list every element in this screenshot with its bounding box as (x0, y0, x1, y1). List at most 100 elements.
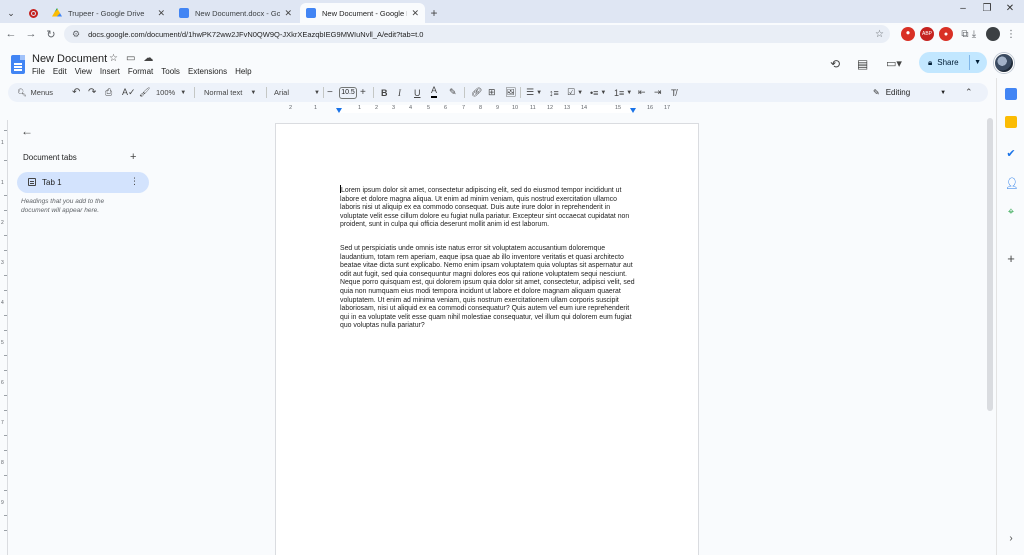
back-arrow-icon[interactable]: ← (21, 124, 33, 138)
adblock-extension-icon[interactable]: ABP (920, 27, 934, 41)
insert-link-icon[interactable]: 🔗︎ (471, 83, 482, 102)
google-docs-logo-icon[interactable] (11, 55, 25, 74)
menu-edit[interactable]: Edit (53, 67, 67, 76)
increase-font-size-icon[interactable]: + (360, 83, 366, 102)
document-title[interactable]: New Document (32, 53, 107, 65)
numbered-list-icon[interactable]: 1≡ ▼ (614, 83, 632, 102)
menu-format[interactable]: Format (128, 67, 153, 76)
calendar-icon[interactable] (1005, 88, 1017, 100)
maps-icon[interactable]: ⌖ (1005, 206, 1017, 218)
menu-bar: File Edit View Insert Format Tools Exten… (32, 67, 252, 76)
browser-tab-docx[interactable]: New Document.docx - Google ✕ (173, 3, 298, 23)
menu-view[interactable]: View (75, 67, 92, 76)
account-avatar[interactable] (994, 53, 1014, 73)
redo-icon[interactable]: ↷ (88, 83, 96, 102)
star-icon[interactable]: ☆ (109, 53, 118, 64)
checklist-icon[interactable]: ☑ ▼ (567, 83, 583, 102)
right-indent-marker[interactable] (630, 108, 636, 113)
font-size-input[interactable]: 10.5 (339, 83, 357, 102)
text-color-icon[interactable]: A (431, 83, 438, 98)
close-tab-icon[interactable]: ✕ (284, 8, 292, 19)
pencil-icon: ✎ (873, 88, 880, 97)
zoom-select[interactable]: 100% ▼ (156, 83, 186, 102)
contacts-icon[interactable]: 👤︎ (1005, 177, 1019, 190)
highlight-color-icon[interactable]: ✎ (449, 83, 457, 102)
close-tab-icon[interactable]: ✕ (411, 8, 419, 19)
close-window-icon[interactable]: ✕ (1000, 3, 1020, 14)
paragraph-1-text[interactable]: Lorem ipsum dolor sit amet, consectetur … (340, 187, 629, 228)
show-side-panel-icon[interactable]: › (1005, 533, 1017, 545)
bulleted-list-icon[interactable]: •≡ ▼ (590, 83, 606, 102)
version-history-icon[interactable]: ⟲ (830, 57, 840, 71)
site-info-icon[interactable]: ⚙ (72, 29, 80, 40)
add-comment-icon[interactable]: ⊞ (488, 83, 496, 102)
vertical-ruler[interactable]: 1 1 2 3 4 5 6 7 8 9 (0, 120, 8, 555)
print-icon[interactable]: ⎙ (105, 83, 112, 102)
comments-icon[interactable]: ▤ (857, 57, 868, 71)
more-options-icon[interactable]: ⋮ (130, 176, 139, 187)
paragraph-2[interactable]: Sed ut perspiciatis unde omnis iste natu… (340, 245, 636, 331)
ruler-label: 6 (444, 105, 448, 111)
menu-insert[interactable]: Insert (100, 67, 120, 76)
hide-menus-chevron-up-icon[interactable]: ⌃ (965, 83, 973, 102)
paragraph-style-select[interactable]: Normal text ▼ (204, 83, 256, 102)
paint-format-icon[interactable]: 🖌︎ (139, 83, 150, 102)
maximize-icon[interactable]: ❐ (977, 3, 997, 14)
spellcheck-icon[interactable]: A✓ (122, 83, 136, 102)
ruler-label: 8 (479, 105, 483, 111)
horizontal-ruler[interactable]: 2 1 1 2 3 4 5 6 7 8 9 10 11 12 13 14 15 … (275, 104, 699, 113)
move-folder-icon[interactable]: ▭ (126, 53, 135, 64)
decrease-font-size-icon[interactable]: − (327, 83, 333, 102)
font-size-value[interactable]: 10.5 (339, 86, 357, 99)
line-spacing-icon[interactable]: ↕≡ (549, 83, 559, 102)
italic-icon[interactable]: I (398, 83, 401, 102)
reload-icon[interactable]: ↻ (41, 28, 61, 41)
close-tab-icon[interactable]: ✕ (157, 8, 165, 19)
url-text[interactable]: docs.google.com/document/d/1hwPK72ww2JFv… (88, 30, 423, 39)
minimize-icon[interactable]: – (953, 3, 973, 14)
bold-icon[interactable]: B (381, 83, 388, 102)
clear-formatting-icon[interactable]: T̸ (671, 83, 677, 102)
add-tab-icon[interactable]: + (130, 151, 136, 163)
align-dropdown-icon[interactable]: ☰ ▼ (526, 83, 542, 102)
profile-avatar-small[interactable] (986, 27, 1000, 41)
vertical-scrollbar[interactable] (987, 118, 993, 411)
decrease-indent-icon[interactable]: ⇤ (638, 83, 646, 102)
menu-extensions[interactable]: Extensions (188, 67, 227, 76)
underline-icon[interactable]: U (414, 83, 421, 102)
recording-icon[interactable] (22, 3, 44, 23)
browser-menu-icon[interactable]: ⋮ (1004, 27, 1018, 41)
increase-indent-icon[interactable]: ⇥ (654, 83, 662, 102)
document-tab-item[interactable]: Tab 1 ⋮ (17, 172, 149, 193)
get-add-ons-icon[interactable]: + (1005, 251, 1017, 266)
meet-camera-icon[interactable]: ▭▾ (886, 57, 902, 70)
tasks-icon[interactable]: ✔ (1005, 147, 1017, 160)
cloud-saved-icon[interactable]: ☁ (143, 53, 153, 64)
document-page[interactable]: Lorem ipsum dolor sit amet, consectetur … (275, 123, 699, 555)
extension-record-icon[interactable]: ● (939, 27, 953, 41)
undo-icon[interactable]: ↶ (72, 83, 80, 102)
share-dropdown-icon[interactable]: ▼ (974, 59, 981, 66)
menu-tools[interactable]: Tools (161, 67, 180, 76)
left-indent-marker[interactable] (336, 108, 342, 113)
keep-icon[interactable] (1005, 116, 1017, 128)
menu-file[interactable]: File (32, 67, 45, 76)
share-button[interactable]: 🔒︎ Share ▼ (919, 52, 987, 73)
font-family-select[interactable]: Arial ▼ (274, 83, 320, 102)
browser-tab-drive[interactable]: Trupeer - Google Drive ✕ (46, 3, 171, 23)
paragraph-1[interactable]: Lorem ipsum dolor sit amet, consectetur … (340, 185, 636, 230)
menus-search[interactable]: 🔍︎ Menus (17, 83, 53, 102)
browser-tab-docs-active[interactable]: New Document - Google Docs ✕ (300, 3, 425, 23)
download-icon[interactable]: ⤓ (967, 27, 981, 41)
editing-mode-select[interactable]: ✎ Editing ▼ (873, 84, 946, 101)
url-bar[interactable]: ⚙ docs.google.com/document/d/1hwPK72ww2J… (64, 25, 890, 43)
bookmark-star-icon[interactable]: ☆ (875, 29, 884, 40)
extension-red-icon[interactable]: ⏺ (901, 27, 915, 41)
forward-icon[interactable]: → (21, 28, 41, 40)
menu-help[interactable]: Help (235, 67, 251, 76)
ruler-label: 14 (581, 105, 588, 111)
tab-search-chevron-icon[interactable]: ⌄ (0, 3, 22, 23)
back-icon[interactable]: ← (1, 28, 21, 40)
new-tab-icon[interactable]: + (425, 3, 443, 23)
insert-image-icon[interactable]: 🖼︎ (505, 83, 516, 102)
